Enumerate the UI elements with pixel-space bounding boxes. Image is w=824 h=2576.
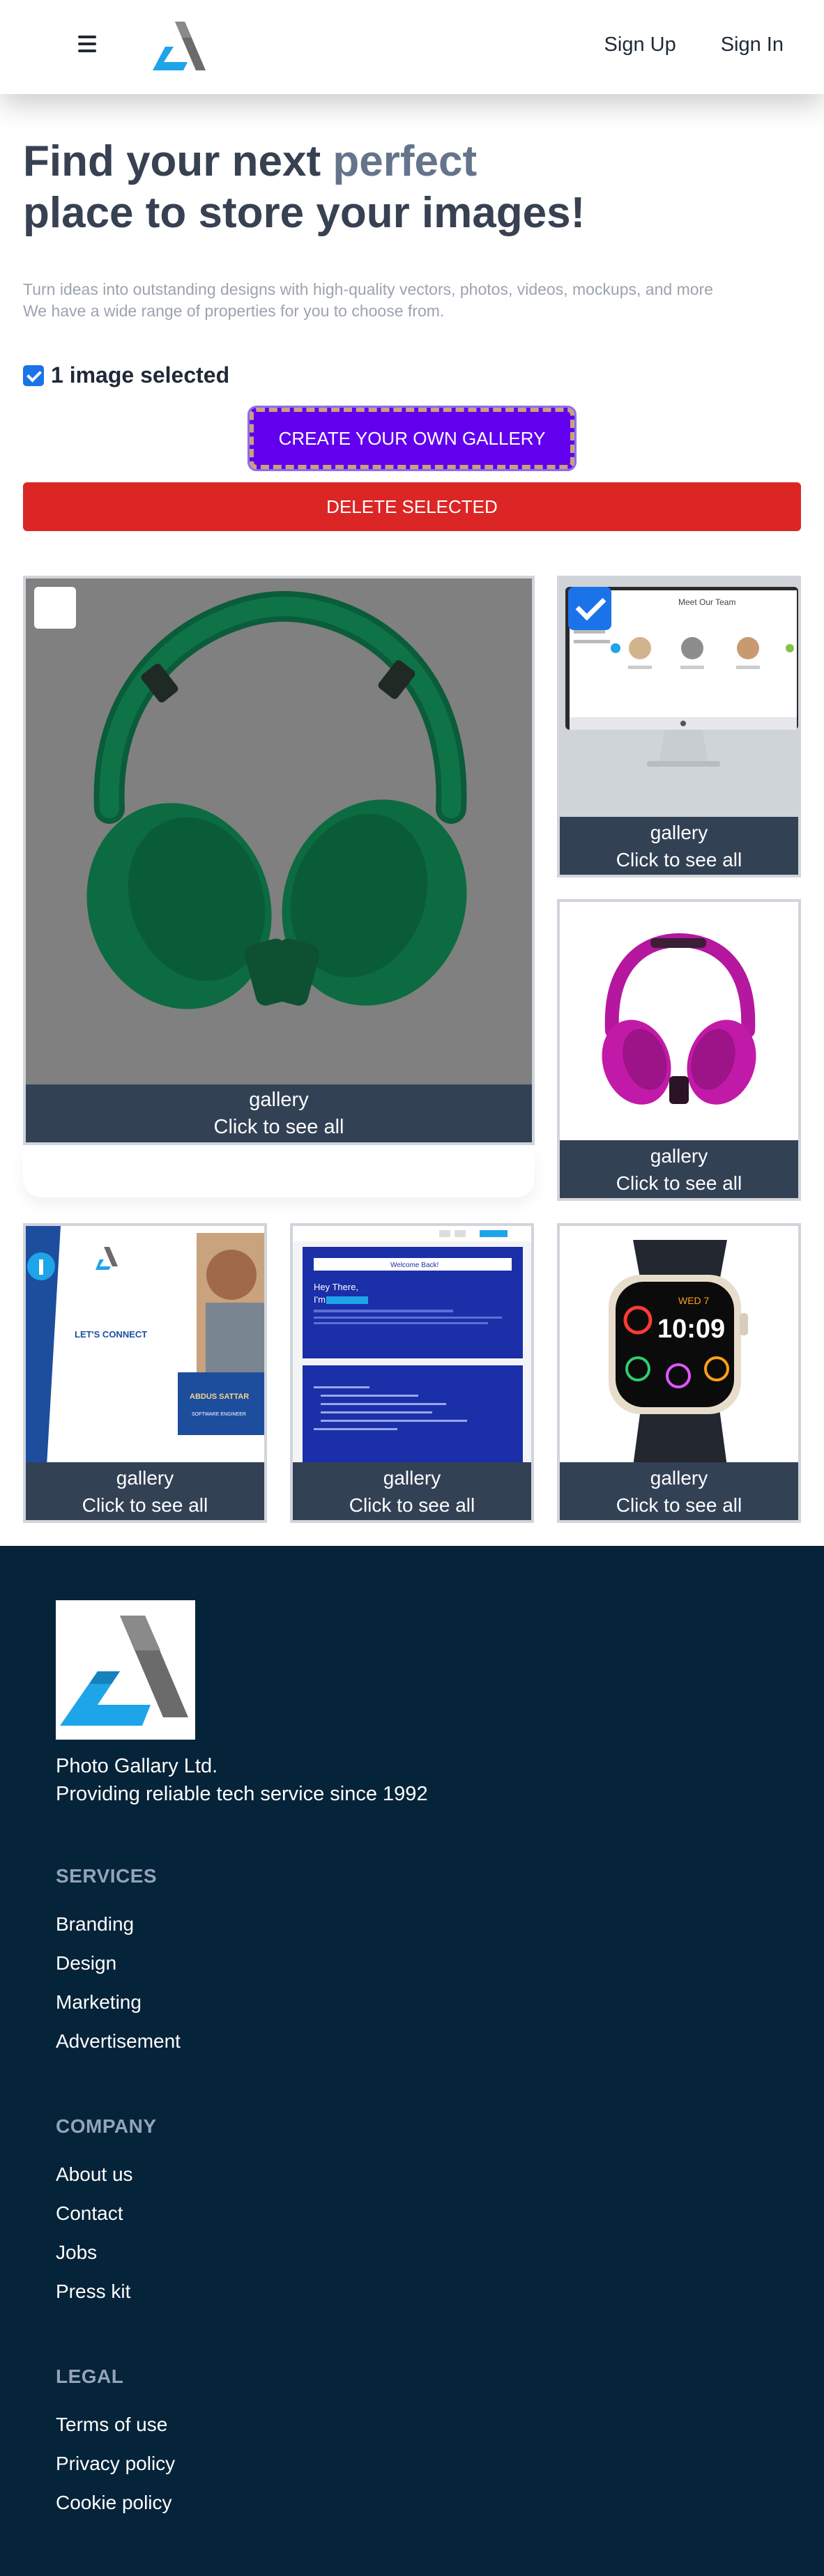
caption-title: gallery [116,1467,174,1489]
create-gallery-button[interactable]: CREATE YOUR OWN GALLERY [247,406,577,471]
footer-link-jobs[interactable]: Jobs [56,2241,97,2264]
footer-link-contact[interactable]: Contact [56,2202,123,2225]
gallery-caption: gallery Click to see all [560,817,798,875]
gallery-card[interactable]: gallery Click to see all [23,576,535,1145]
card-shadow-decoration [23,1149,535,1197]
footer-legal-heading: LEGAL [56,2366,124,2387]
footer-link-press-kit[interactable]: Press kit [56,2280,130,2303]
footer-link-terms[interactable]: Terms of use [56,2414,167,2436]
caption-cta[interactable]: Click to see all [560,1492,798,1519]
footer-company-heading: COMPANY [56,2115,157,2137]
caption-cta[interactable]: Click to see all [26,1492,264,1519]
caption-cta[interactable]: Click to see all [560,1170,798,1197]
delta-logo-icon[interactable] [151,19,207,73]
footer-link-advertisement[interactable]: Advertisement [56,2030,181,2053]
caption-title: gallery [249,1089,309,1111]
gallery-card[interactable]: Welcome Back! Hey There, I'm gallery Cli… [290,1223,534,1523]
caption-cta[interactable]: Click to see all [26,1114,532,1141]
gallery-caption: gallery Click to see all [26,1084,532,1142]
delta-logo-icon [60,1616,188,1726]
footer-tagline: Providing reliable tech service since 19… [56,1783,428,1805]
smartwatch-image: WED 7 10:09 [560,1226,798,1466]
gallery-card[interactable]: WED 7 10:09 gallery Click to see all [557,1223,801,1523]
delete-selected-button[interactable]: DELETE SELECTED [23,482,801,531]
footer-link-branding[interactable]: Branding [56,1913,134,1935]
navbar: Sign Up Sign In [0,0,824,94]
select-checkbox[interactable] [34,587,76,629]
selection-count-text: 1 image selected [51,362,230,388]
footer-link-marketing[interactable]: Marketing [56,1991,142,2014]
screen-greeting: Hey There, [314,1282,358,1292]
caption-title: gallery [650,822,708,843]
gallery-caption: gallery Click to see all [26,1462,264,1520]
hero-subtitle-line2: We have a wide range of properties for y… [23,302,445,320]
imac-screen-title: Meet Our Team [678,597,735,607]
caption-cta[interactable]: Click to see all [293,1492,531,1519]
footer-logo[interactable] [56,1600,195,1740]
gallery-caption: gallery Click to see all [560,1462,798,1520]
caption-title: gallery [650,1145,708,1167]
card-name: ABDUS SATTAR [190,1393,249,1401]
hero: Find your next perfect place to store yo… [23,136,797,322]
hero-title-accent: perfect [333,137,478,185]
gallery-card[interactable]: LET'S CONNECT ABDUS SATTAR SOFTWARE ENGI… [23,1223,267,1523]
hamburger-menu-icon[interactable] [78,36,96,52]
gallery-caption: gallery Click to see all [560,1140,798,1198]
gallery-caption: gallery Click to see all [293,1462,531,1520]
sign-up-link[interactable]: Sign Up [604,33,676,56]
footer-link-about[interactable]: About us [56,2163,133,2186]
hero-subtitle-line1: Turn ideas into outstanding designs with… [23,280,713,298]
hero-subtitle: Turn ideas into outstanding designs with… [23,279,797,322]
caption-cta[interactable]: Click to see all [560,846,798,873]
screen-banner: Welcome Back! [390,1262,438,1269]
footer-link-privacy[interactable]: Privacy policy [56,2453,175,2475]
select-checkbox-checked[interactable] [568,587,611,630]
gallery-card[interactable]: gallery Click to see all [557,899,801,1201]
watch-date: WED 7 [678,1295,710,1306]
hero-title: Find your next perfect place to store yo… [23,136,797,239]
sign-in-link[interactable]: Sign In [721,33,784,56]
hero-title-part1: Find your next [23,137,333,185]
footer-services-heading: SERVICES [56,1865,158,1887]
card-headline: LET'S CONNECT [75,1329,147,1340]
hero-title-part2: place to store your images! [23,189,586,237]
footer: Photo Gallary Ltd. Providing reliable te… [0,1546,824,2576]
caption-title: gallery [383,1467,441,1489]
gallery-card[interactable]: Meet Our Team gallery Click to see all [557,576,801,877]
lets-connect-image: LET'S CONNECT ABDUS SATTAR SOFTWARE ENGI… [26,1226,264,1466]
footer-link-cookie[interactable]: Cookie policy [56,2492,172,2514]
selection-status: 1 image selected [23,362,229,388]
screen-intro: I'm [314,1294,326,1305]
green-headphones-image [26,578,532,1087]
card-role: SOFTWARE ENGINEER [192,1412,246,1417]
select-all-checkbox[interactable] [23,365,44,386]
portfolio-screens-image: Welcome Back! Hey There, I'm [293,1226,531,1466]
magenta-headphones-image [560,902,798,1143]
nav-links: Sign Up Sign In [604,33,784,56]
caption-title: gallery [650,1467,708,1489]
footer-company-name: Photo Gallary Ltd. [56,1755,218,1777]
watch-time: 10:09 [657,1314,725,1344]
footer-link-design[interactable]: Design [56,1952,116,1975]
